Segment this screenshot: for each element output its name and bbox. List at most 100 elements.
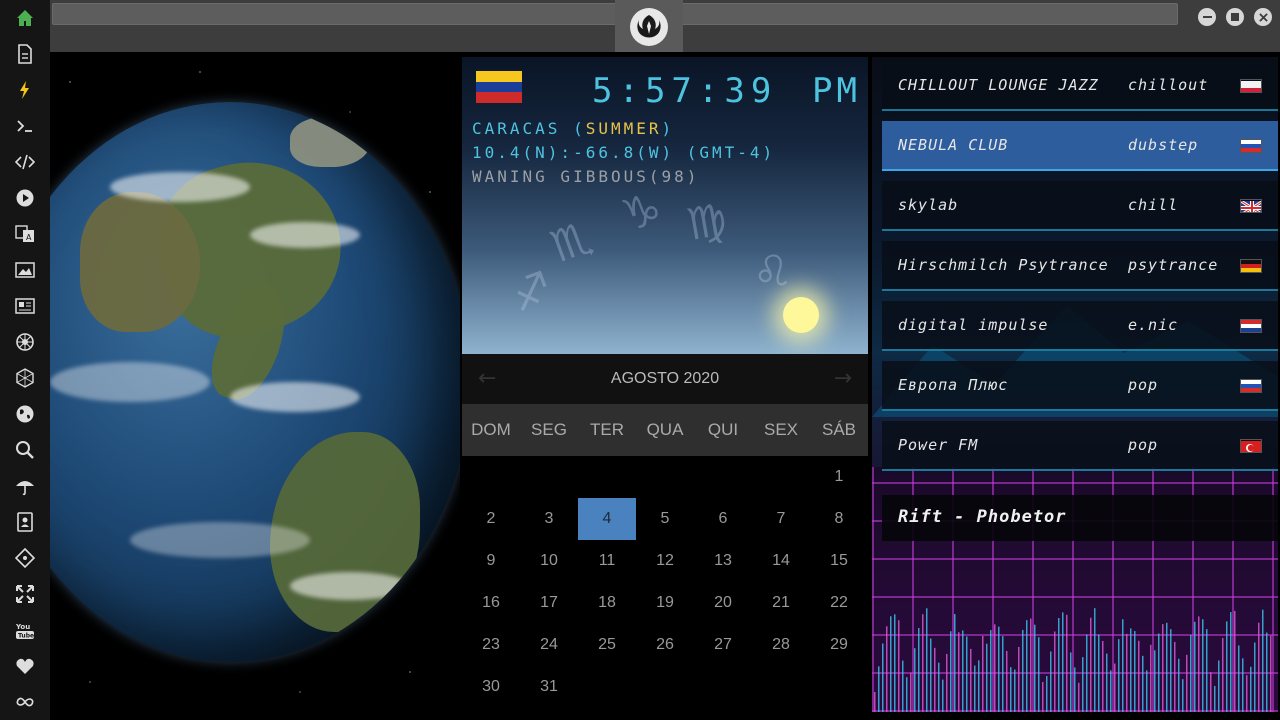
calendar-day[interactable]: 27	[694, 624, 752, 666]
station-genre: chill	[1128, 196, 1179, 214]
calendar-day[interactable]: 21	[752, 582, 810, 624]
calendar-day[interactable]: 6	[694, 498, 752, 540]
rebel-icon[interactable]	[13, 330, 37, 354]
station-genre: chillout	[1128, 76, 1209, 94]
radio-panel: CHILLOUT LOUNGE JAZZ chillout NEBULA CLUB d…	[872, 57, 1278, 712]
calendar-day[interactable]: 1	[810, 456, 868, 498]
bolt-icon[interactable]	[13, 78, 37, 102]
calendar-title: AGOSTO 2020	[610, 370, 720, 387]
calendar-day[interactable]: 25	[578, 624, 636, 666]
calendar-day[interactable]: 23	[462, 624, 520, 666]
country-flag-icon	[1240, 319, 1262, 333]
visualizer-bar	[974, 665, 976, 712]
calendar-day[interactable]: 24	[520, 624, 578, 666]
fullscreen-icon[interactable]	[13, 582, 37, 606]
station-name: skylab	[898, 196, 959, 214]
calendar-day[interactable]: 22	[810, 582, 868, 624]
visualizer-bar	[1262, 609, 1264, 712]
visualizer-bar	[1142, 655, 1144, 712]
visualizer-bar	[1070, 652, 1072, 712]
station-item[interactable]: digital impulse e.nic	[882, 301, 1278, 351]
station-item[interactable]: Hirschmilch Psytrance psytrance	[882, 241, 1278, 291]
prev-month-button[interactable]: ←	[478, 366, 496, 391]
calendar-day[interactable]: 12	[636, 540, 694, 582]
calendar-day[interactable]: 31	[520, 666, 578, 708]
calendar-day[interactable]: 28	[752, 624, 810, 666]
infinity-icon[interactable]	[13, 690, 37, 714]
visualizer-bar	[1078, 682, 1080, 712]
calendar-day[interactable]: 7	[752, 498, 810, 540]
calendar-day-today[interactable]: 4	[578, 498, 636, 540]
calendar-day	[636, 666, 694, 708]
calendar-day[interactable]: 14	[752, 540, 810, 582]
calendar-day[interactable]: 17	[520, 582, 578, 624]
play-icon[interactable]	[13, 186, 37, 210]
visualizer-bar	[990, 630, 992, 712]
image-icon[interactable]	[13, 258, 37, 282]
station-item[interactable]: Power FM pop	[882, 421, 1278, 471]
dow-label: QUI	[707, 420, 739, 439]
station-item[interactable]: CHILLOUT LOUNGE JAZZ chillout	[882, 61, 1278, 111]
country-flag-icon	[1240, 379, 1262, 393]
contacts-icon[interactable]	[13, 510, 37, 534]
rebel-logo-icon	[630, 8, 668, 46]
youtube-icon[interactable]: You Tube	[13, 618, 37, 642]
heart-icon[interactable]	[13, 654, 37, 678]
calendar-day[interactable]: 2	[462, 498, 520, 540]
calendar-day[interactable]: 19	[636, 582, 694, 624]
visualizer-bar	[938, 662, 940, 712]
code-icon[interactable]	[13, 150, 37, 174]
country-flag-icon	[1240, 139, 1262, 153]
station-item[interactable]: NEBULA CLUB dubstep	[882, 121, 1278, 171]
calendar-day[interactable]: 18	[578, 582, 636, 624]
calendar-day[interactable]: 9	[462, 540, 520, 582]
calendar-day[interactable]: 3	[520, 498, 578, 540]
globe-icon[interactable]	[13, 402, 37, 426]
document-icon[interactable]	[13, 42, 37, 66]
visualizer-bar	[1246, 675, 1248, 712]
visualizer-bar	[1206, 629, 1208, 712]
tag-icon[interactable]	[13, 546, 37, 570]
calendar-day[interactable]: 15	[810, 540, 868, 582]
calendar-day[interactable]: 5	[636, 498, 694, 540]
visualizer-bar	[898, 620, 900, 712]
globe-panel[interactable]	[50, 52, 460, 720]
news-icon[interactable]	[13, 294, 37, 318]
close-button[interactable]	[1254, 8, 1272, 26]
calendar-day[interactable]: 13	[694, 540, 752, 582]
calendar-day[interactable]: 11	[578, 540, 636, 582]
station-name: Hirschmilch Psytrance	[898, 256, 1109, 274]
calendar-day[interactable]: 8	[810, 498, 868, 540]
visualizer-bar	[1214, 685, 1216, 712]
capricorn-icon: ♑	[616, 182, 668, 243]
calendar-day[interactable]: 10	[520, 540, 578, 582]
visualizer-bar	[1226, 621, 1228, 712]
terminal-icon[interactable]	[13, 114, 37, 138]
umbrella-icon[interactable]	[13, 474, 37, 498]
visualizer-bar	[1002, 636, 1004, 712]
translate-icon[interactable]: A	[13, 222, 37, 246]
visualizer-bar	[894, 614, 896, 712]
calendar-day[interactable]: 26	[636, 624, 694, 666]
search-icon[interactable]	[13, 438, 37, 462]
calendar-day[interactable]: 30	[462, 666, 520, 708]
earth-globe[interactable]	[50, 102, 460, 662]
visualizer-bar	[1194, 621, 1196, 712]
visualizer-bar	[1270, 635, 1272, 712]
visualizer-bar	[1146, 670, 1148, 712]
calendar-day[interactable]: 29	[810, 624, 868, 666]
hexagon-icon[interactable]	[13, 366, 37, 390]
station-item[interactable]: Европа Плюс pop	[882, 361, 1278, 411]
visualizer-bar	[962, 630, 964, 712]
location-name: CARACAS	[472, 119, 561, 138]
home-icon[interactable]	[13, 6, 37, 30]
visualizer-bar	[914, 648, 916, 712]
station-item[interactable]: skylab chill	[882, 181, 1278, 231]
calendar-day[interactable]: 16	[462, 582, 520, 624]
next-month-button[interactable]: →	[834, 366, 852, 391]
minimize-button[interactable]	[1198, 8, 1216, 26]
calendar-day[interactable]: 20	[694, 582, 752, 624]
country-flag-icon	[1240, 259, 1262, 273]
country-flag-icon	[1240, 439, 1262, 453]
maximize-button[interactable]	[1226, 8, 1244, 26]
